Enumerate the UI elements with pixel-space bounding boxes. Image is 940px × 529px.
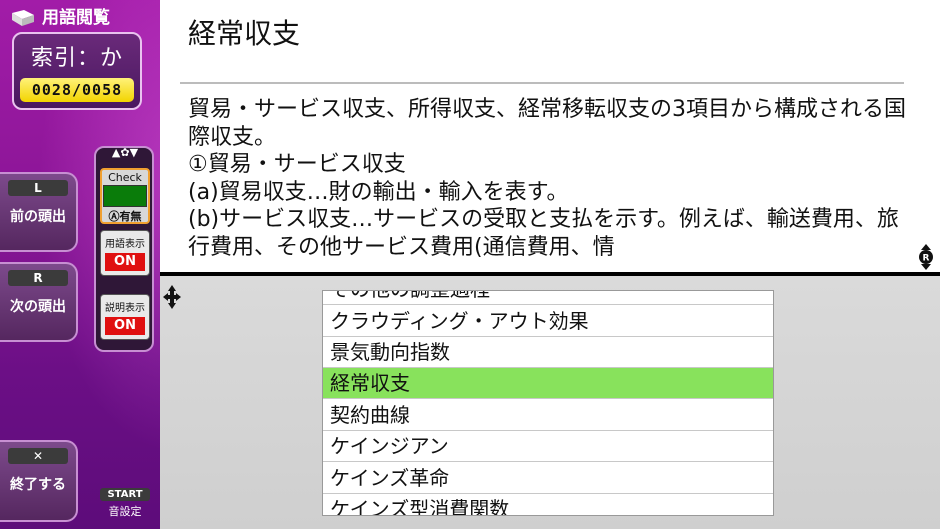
sound-settings-label: 音設定 — [108, 505, 142, 518]
scroll-r-icon[interactable]: R — [914, 243, 938, 271]
list-item[interactable]: ケインズ革命 — [323, 463, 773, 494]
next-heading-button[interactable]: R 次の頭出 — [0, 262, 78, 342]
term-display-toggle[interactable]: 用語表示 ON — [100, 230, 150, 276]
desc-display-toggle[interactable]: 説明表示 ON — [100, 294, 150, 340]
term-display-label: 用語表示 — [105, 239, 145, 250]
list-item[interactable]: その他の調整過程 — [323, 291, 773, 305]
dpad-move-icon — [163, 285, 181, 309]
l-key-label: L — [8, 180, 68, 196]
glossary-header: 用語閲覧 — [10, 6, 150, 30]
entry-panel: 経常収支 貿易・サービス収支、所得収支、経常移転収支の3項目から構成される国際収… — [160, 0, 940, 272]
list-item[interactable]: ケインズ型消費関数 — [323, 494, 773, 515]
entry-title: 経常収支 — [188, 17, 301, 50]
x-key-label: ✕ — [8, 448, 68, 464]
check-toggle[interactable]: Check Ⓐ有無 — [100, 168, 150, 224]
title-divider — [180, 82, 904, 84]
index-label: 索引：か — [30, 46, 123, 71]
start-key-label: START — [100, 488, 150, 501]
prev-heading-label: 前の頭出 — [10, 209, 66, 225]
glossary-book-icon — [12, 10, 34, 26]
quit-button[interactable]: ✕ 終了する — [0, 440, 78, 522]
sound-settings-button[interactable]: START 音設定 — [100, 488, 150, 519]
r-key-label: R — [8, 270, 68, 286]
svg-text:R: R — [923, 254, 930, 264]
quit-label: 終了する — [10, 477, 66, 493]
list-item[interactable]: 景気動向指数 — [323, 337, 773, 368]
term-list[interactable]: その他の調整過程 クラウディング・アウト効果 景気動向指数 経常収支 契約曲線 … — [322, 290, 774, 516]
desc-display-label: 説明表示 — [105, 303, 145, 314]
entry-description: 貿易・サービス収支、所得収支、経常移転収支の3項目から構成される国際収支。 ①貿… — [188, 97, 906, 260]
next-heading-label: 次の頭出 — [10, 299, 66, 315]
check-status: Ⓐ有無 — [108, 210, 142, 223]
term-display-value: ON — [105, 253, 145, 271]
entry-counter: 0028/0058 — [20, 78, 134, 102]
sidebar: 用語閲覧 索引：か 0028/0058 L 前の頭出 R 次の頭出 ✕ 終了する… — [0, 0, 160, 529]
index-panel: 索引：か 0028/0058 — [12, 32, 142, 110]
list-item-selected[interactable]: 経常収支 — [323, 368, 773, 399]
display-toggle-panel: ▲✿▼ Check Ⓐ有無 用語表示 ON 説明表示 ON — [94, 146, 154, 352]
dpad-updown-icon: ▲✿▼ — [111, 146, 139, 159]
glossary-title: 用語閲覧 — [42, 8, 110, 28]
check-indicator — [103, 185, 147, 207]
list-item[interactable]: 契約曲線 — [323, 400, 773, 431]
list-item[interactable]: ケインジアン — [323, 431, 773, 462]
list-item[interactable]: クラウディング・アウト効果 — [323, 306, 773, 337]
check-label: Check — [108, 171, 142, 184]
desc-display-value: ON — [105, 317, 145, 335]
prev-heading-button[interactable]: L 前の頭出 — [0, 172, 78, 252]
